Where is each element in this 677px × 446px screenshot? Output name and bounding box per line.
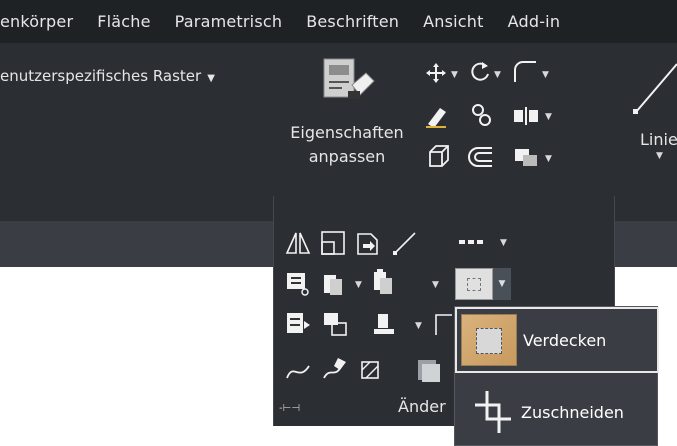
raster-dropdown[interactable]: enutzerspezifisches Raster ▼ [0, 67, 215, 85]
flyout-item-verdecken[interactable]: Verdecken [455, 307, 659, 373]
tab-beschriften[interactable]: Beschriften [294, 12, 411, 31]
flyout-item-label: Zuschneiden [521, 402, 624, 422]
trim-icon[interactable] [285, 271, 311, 297]
match-properties-icon [323, 58, 375, 99]
ribbon-tab-bar: enkörper Fläche Parametrisch Beschriften… [0, 0, 677, 43]
chevron-down-icon[interactable]: ▼ [500, 238, 507, 248]
raster-label: enutzerspezifisches Raster [0, 67, 202, 85]
chevron-down-icon: ▼ [207, 73, 215, 84]
match-properties-label-2: anpassen [308, 147, 386, 166]
rotate-icon[interactable] [468, 60, 492, 84]
paste-special-icon[interactable] [372, 268, 396, 296]
modify-panel-label: Änder [398, 397, 446, 416]
wipeout-button-active[interactable] [455, 268, 493, 300]
chevron-down-icon[interactable]: ▼ [451, 70, 458, 80]
chevron-down-icon[interactable]: ▼ [355, 280, 362, 290]
match-properties-button[interactable]: Eigenschaften anpassen [282, 55, 412, 175]
scale-tool-icon[interactable] [320, 230, 346, 256]
chevron-down-icon[interactable]: ▼ [493, 268, 511, 300]
chevron-down-icon[interactable]: ▼ [415, 321, 422, 331]
copy-icon[interactable] [470, 102, 494, 128]
chevron-down-icon[interactable]: ▼ [432, 280, 439, 290]
wipeout-icon [467, 278, 481, 291]
block-editor-icon[interactable] [414, 356, 442, 384]
fillet-icon[interactable] [512, 60, 538, 84]
align-icon[interactable] [372, 312, 398, 336]
move-icon[interactable] [425, 62, 447, 84]
flyout-item-label: Verdecken [523, 330, 607, 350]
erase-icon[interactable] [424, 104, 448, 128]
tab-flaeche[interactable]: Fläche [85, 12, 162, 31]
clip-icon [475, 391, 511, 433]
match-properties-label-1: Eigenschaften [290, 123, 404, 142]
wipeout-icon [461, 314, 517, 366]
linetype-icon[interactable] [457, 237, 487, 247]
chevron-down-icon[interactable]: ▼ [545, 154, 552, 164]
flyout-item-zuschneiden[interactable]: Zuschneiden [455, 379, 659, 445]
chevron-down-icon[interactable]: ▼ [545, 112, 552, 122]
chevron-down-icon[interactable]: ▼ [542, 70, 549, 80]
scale-icon[interactable] [513, 146, 539, 168]
break-icon[interactable] [432, 311, 454, 337]
lengthen-icon[interactable] [392, 230, 418, 256]
tab-ansicht[interactable]: Ansicht [411, 12, 495, 31]
spline-edit-icon[interactable] [285, 360, 311, 382]
line-icon[interactable] [630, 58, 677, 118]
mirror-icon[interactable] [512, 106, 540, 126]
tab-volumenkoerper[interactable]: enkörper [0, 12, 85, 31]
wipeout-flyout-menu: Verdecken Zuschneiden [454, 306, 659, 446]
chevron-down-icon[interactable]: ▼ [656, 151, 663, 161]
polyline-edit-icon[interactable] [322, 356, 348, 384]
tab-addins[interactable]: Add-in [496, 12, 573, 31]
pin-icon[interactable]: -⊢⊣ [279, 403, 300, 414]
stretch-icon[interactable] [426, 144, 452, 170]
mirror-tool-icon[interactable] [285, 230, 311, 256]
hatch-edit-icon[interactable] [358, 356, 384, 384]
line-label[interactable]: Linie [640, 130, 677, 149]
paste-icon[interactable] [322, 271, 346, 297]
offset-icon[interactable] [468, 146, 494, 168]
replace-block-icon[interactable] [322, 311, 348, 337]
stretch-tool-icon[interactable] [355, 230, 381, 256]
edit-attribute-icon[interactable] [285, 311, 311, 337]
chevron-down-icon[interactable]: ▼ [494, 70, 501, 80]
tab-parametrisch[interactable]: Parametrisch [163, 12, 295, 31]
